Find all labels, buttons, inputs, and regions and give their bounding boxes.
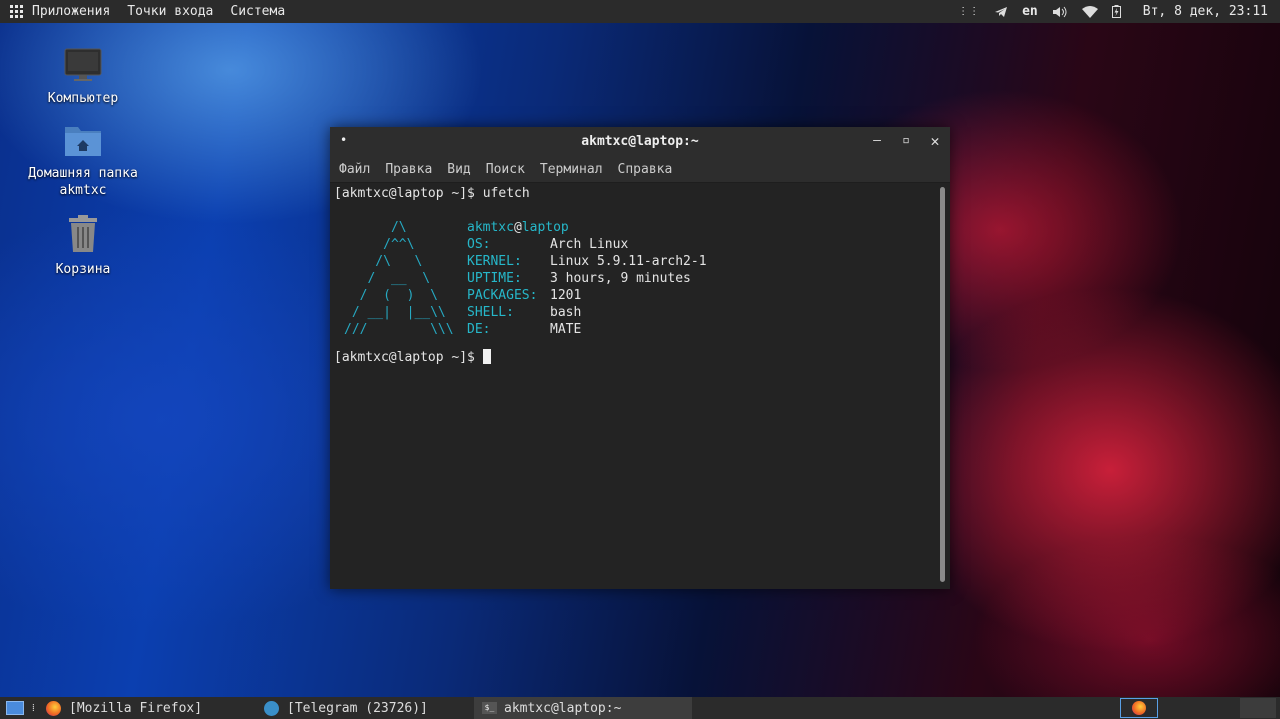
menu-search[interactable]: Поиск	[486, 162, 525, 177]
firefox-icon	[1132, 701, 1146, 715]
menu-terminal[interactable]: Терминал	[540, 162, 603, 177]
current-prompt-line: [akmtxc@laptop ~]$	[334, 349, 932, 366]
info-row-os: OS: Arch Linux	[467, 236, 707, 253]
computer-icon	[28, 48, 138, 87]
info-value: Arch Linux	[550, 237, 629, 252]
menu-help[interactable]: Справка	[618, 162, 673, 177]
clock[interactable]: Вт, 8 дек, 23:11	[1143, 4, 1268, 19]
info-value: bash	[550, 305, 582, 320]
taskbar-item-terminal[interactable]: $_ akmtxc@laptop:~	[474, 697, 692, 719]
info-key: SHELL:	[467, 305, 514, 320]
taskbar-item-firefox[interactable]: [Mozilla Firefox]	[46, 697, 202, 719]
info-key: KERNEL:	[467, 254, 522, 269]
command-line: [akmtxc@laptop ~]$ ufetch	[334, 185, 932, 202]
taskbar-item-label: akmtxc@laptop:~	[504, 700, 622, 716]
info-key: OS:	[467, 237, 491, 252]
show-desktop-icon[interactable]	[6, 697, 24, 719]
info-value: MATE	[550, 322, 582, 337]
window-titlebar[interactable]: • akmtxc@laptop:~ – ▫ ✕	[330, 127, 950, 156]
terminal-menubar: Файл Правка Вид Поиск Терминал Справка	[330, 156, 950, 183]
trash-icon	[28, 215, 138, 258]
telegram-tray-icon[interactable]	[994, 6, 1008, 18]
desktop-icon-label: Компьютер	[47, 91, 119, 106]
menu-edit[interactable]: Правка	[385, 162, 432, 177]
info-key: PACKAGES:	[467, 288, 538, 303]
command: ufetch	[482, 186, 530, 201]
info-value: 3 hours, 9 minutes	[550, 271, 691, 286]
info-value: 1201	[550, 288, 582, 303]
taskbar-item-label: [Mozilla Firefox]	[69, 700, 203, 716]
handle-icon[interactable]: ⁞	[32, 697, 35, 719]
menu-applications[interactable]: Приложения	[32, 4, 110, 19]
menu-view[interactable]: Вид	[447, 162, 470, 177]
bottom-panel: ⁞ [Mozilla Firefox] [Telegram (23726)] $…	[0, 697, 1280, 719]
terminal-output[interactable]: [akmtxc@laptop ~]$ ufetch /\ /^^\ /\ \ /…	[330, 183, 936, 589]
desktop-icon-computer[interactable]: Компьютер	[28, 48, 138, 107]
scrollbar[interactable]	[940, 187, 945, 582]
desktop-icon-trash[interactable]: Корзина	[28, 215, 138, 278]
close-icon[interactable]: ✕	[926, 132, 944, 150]
info-key: DE:	[467, 322, 491, 337]
info-row-kernel: KERNEL: Linux 5.9.11-arch2-1	[467, 253, 707, 270]
info-row-uptime: UPTIME: 3 hours, 9 minutes	[467, 270, 707, 287]
menu-places[interactable]: Точки входа	[127, 4, 213, 19]
ufetch-output: /\ /^^\ /\ \ / __ \ / ( ) \ / __| |__\\ …	[334, 219, 932, 349]
battery-icon[interactable]	[1111, 5, 1121, 18]
applications-grid-icon[interactable]	[10, 5, 23, 18]
desktop-icon-label: Корзина	[55, 262, 111, 277]
taskbar-item-telegram[interactable]: [Telegram (23726)]	[264, 697, 428, 719]
window-title: akmtxc@laptop:~	[581, 134, 699, 149]
system-info: akmtxc@laptop OS: Arch Linux KERNEL: Linux…	[467, 219, 707, 338]
volume-icon[interactable]	[1052, 6, 1068, 18]
menu-system[interactable]: Система	[230, 4, 285, 19]
desktop-icon-label: Домашняя папка akmtxc	[28, 166, 138, 198]
info-row-shell: SHELL: bash	[467, 304, 707, 321]
dots-icon[interactable]: ⋮⋮	[958, 6, 980, 17]
keyboard-layout[interactable]: en	[1022, 4, 1038, 19]
desktop-icon-home[interactable]: Домашняя папка akmtxc	[28, 123, 138, 199]
info-row-de: DE: MATE	[467, 321, 707, 338]
user: akmtxc	[467, 220, 514, 235]
terminal-icon: $_	[482, 702, 497, 714]
menu-file[interactable]: Файл	[339, 162, 370, 177]
host: laptop	[521, 220, 569, 235]
prompt: [akmtxc@laptop ~]$	[334, 350, 483, 365]
home-folder-icon	[28, 123, 138, 162]
prompt: [akmtxc@laptop ~]$	[334, 186, 483, 201]
firefox-icon	[46, 700, 61, 716]
text-cursor	[482, 349, 491, 364]
taskbar-item-label: [Telegram (23726)]	[287, 700, 428, 716]
minimize-icon[interactable]: –	[868, 132, 886, 150]
arch-logo-ascii: /\ /^^\ /\ \ / __ \ / ( ) \ / __| |__\\ …	[344, 220, 454, 337]
terminal-window[interactable]: • akmtxc@laptop:~ – ▫ ✕ Файл Правка Вид …	[330, 127, 950, 589]
at-sign: @	[513, 220, 522, 235]
info-row-packages: PACKAGES: 1201	[467, 287, 707, 304]
workspace-1[interactable]	[1120, 698, 1158, 718]
user-host: akmtxc@laptop	[467, 219, 707, 236]
top-panel: Приложения Точки входа Система ⋮⋮ en Вт,…	[0, 0, 1280, 23]
wifi-icon[interactable]	[1081, 5, 1098, 18]
info-value: Linux 5.9.11-arch2-1	[550, 254, 707, 269]
telegram-icon	[264, 700, 279, 716]
maximize-icon[interactable]: ▫	[897, 132, 915, 150]
workspace-2[interactable]	[1240, 698, 1276, 718]
info-key: UPTIME:	[467, 271, 522, 286]
